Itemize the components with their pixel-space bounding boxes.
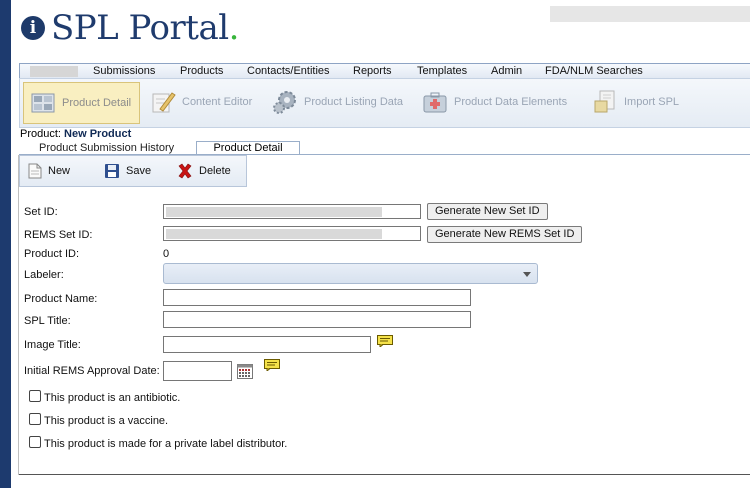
left-frame-bar <box>0 0 11 488</box>
menu-reports[interactable]: Reports <box>353 64 392 78</box>
main-menu: Submissions Products Contacts/Entities R… <box>19 63 750 79</box>
tool-content-editor[interactable]: Content Editor <box>144 82 252 122</box>
tool-product-detail[interactable]: Product Detail <box>23 82 140 124</box>
private-label-label: This product is made for a private label… <box>44 438 288 450</box>
product-id-value: 0 <box>163 248 170 260</box>
logo-dot: . <box>228 8 240 48</box>
generate-rems-set-id-button[interactable]: Generate New REMS Set ID <box>427 226 583 243</box>
rems-approval-date-label: Initial REMS Approval Date: <box>24 365 160 377</box>
save-button[interactable]: Save <box>104 163 151 179</box>
new-document-icon <box>28 163 42 179</box>
rems-set-id-field[interactable] <box>163 226 421 241</box>
spl-title-label: SPL Title: <box>24 315 71 327</box>
content-frame-left-border <box>18 155 19 475</box>
set-id-field[interactable] <box>163 204 421 219</box>
breadcrumb-value: New Product <box>64 128 132 140</box>
set-id-label: Set ID: <box>24 206 58 218</box>
spl-title-field[interactable] <box>163 311 471 328</box>
red-x-icon <box>178 163 192 179</box>
delete-label: Delete <box>199 165 231 177</box>
tool-label: Product Listing Data <box>304 96 404 108</box>
tool-label: Content Editor <box>182 96 253 108</box>
delete-button[interactable]: Delete <box>177 163 231 179</box>
labeler-label: Labeler: <box>24 269 64 281</box>
import-icon <box>594 90 615 113</box>
calendar-icon[interactable] <box>237 364 253 379</box>
menu-submissions[interactable]: Submissions <box>93 64 155 78</box>
menu-fda-nlm-searches[interactable]: FDA/NLM Searches <box>545 64 643 78</box>
antibiotic-label: This product is an antibiotic. <box>44 392 181 404</box>
product-id-label: Product ID: <box>24 248 80 260</box>
menu-admin[interactable]: Admin <box>491 64 522 78</box>
new-button[interactable]: New <box>28 163 70 179</box>
rems-set-id-label: REMS Set ID: <box>24 229 93 241</box>
product-name-field[interactable] <box>163 289 471 306</box>
medical-kit-icon <box>423 92 447 113</box>
menu-contacts-entities[interactable]: Contacts/Entities <box>247 64 330 78</box>
antibiotic-checkbox[interactable] <box>29 390 41 402</box>
note-icon[interactable] <box>377 335 393 347</box>
floppy-disk-icon <box>105 164 119 178</box>
tool-product-data-elements[interactable]: Product Data Elements <box>416 82 567 122</box>
save-label: Save <box>126 165 152 177</box>
menu-templates[interactable]: Templates <box>417 64 467 78</box>
module-toolbar: Product Detail Content Editor Product Li… <box>19 78 750 128</box>
chevron-down-icon <box>523 272 531 277</box>
user-info-redacted <box>550 6 750 22</box>
logo[interactable]: i SPL Portal. <box>21 8 239 48</box>
tool-label: Product Detail <box>62 97 132 109</box>
image-title-field[interactable] <box>163 336 371 353</box>
app-title: SPL Portal <box>51 8 229 48</box>
labeler-select[interactable] <box>163 263 538 284</box>
vaccine-label: This product is a vaccine. <box>44 415 169 427</box>
tool-label: Import SPL <box>624 96 680 108</box>
gears-icon <box>273 91 296 114</box>
tool-label: Product Data Elements <box>454 96 568 108</box>
rems-set-id-value-redacted <box>166 229 382 239</box>
info-icon: i <box>21 16 45 40</box>
page: i SPL Portal. Submissions Products Conta… <box>11 0 750 488</box>
menu-products[interactable]: Products <box>180 64 223 78</box>
breadcrumb: Product: New Product <box>20 128 131 140</box>
private-label-checkbox[interactable] <box>29 436 41 448</box>
tool-import-spl[interactable]: Import SPL <box>586 82 679 122</box>
tab-product-detail[interactable]: Product Detail <box>196 141 300 155</box>
generate-set-id-button[interactable]: Generate New Set ID <box>427 203 548 220</box>
set-id-value-redacted <box>166 207 382 217</box>
pencil-icon <box>152 92 176 113</box>
image-title-label: Image Title: <box>24 339 81 351</box>
tab-product-submission-history[interactable]: Product Submission History <box>39 142 174 154</box>
breadcrumb-prefix: Product: <box>20 128 61 140</box>
tool-product-listing-data[interactable]: Product Listing Data <box>266 82 403 122</box>
product-name-label: Product Name: <box>24 293 98 305</box>
action-bar: New Save Delete <box>19 155 247 187</box>
content-frame-bottom-border <box>19 474 750 475</box>
menu-item-redacted[interactable] <box>30 66 78 77</box>
vaccine-checkbox[interactable] <box>29 413 41 425</box>
new-label: New <box>48 165 71 177</box>
rems-approval-date-field[interactable] <box>163 361 232 381</box>
note-icon[interactable] <box>264 359 280 371</box>
grid-icon <box>31 93 55 113</box>
